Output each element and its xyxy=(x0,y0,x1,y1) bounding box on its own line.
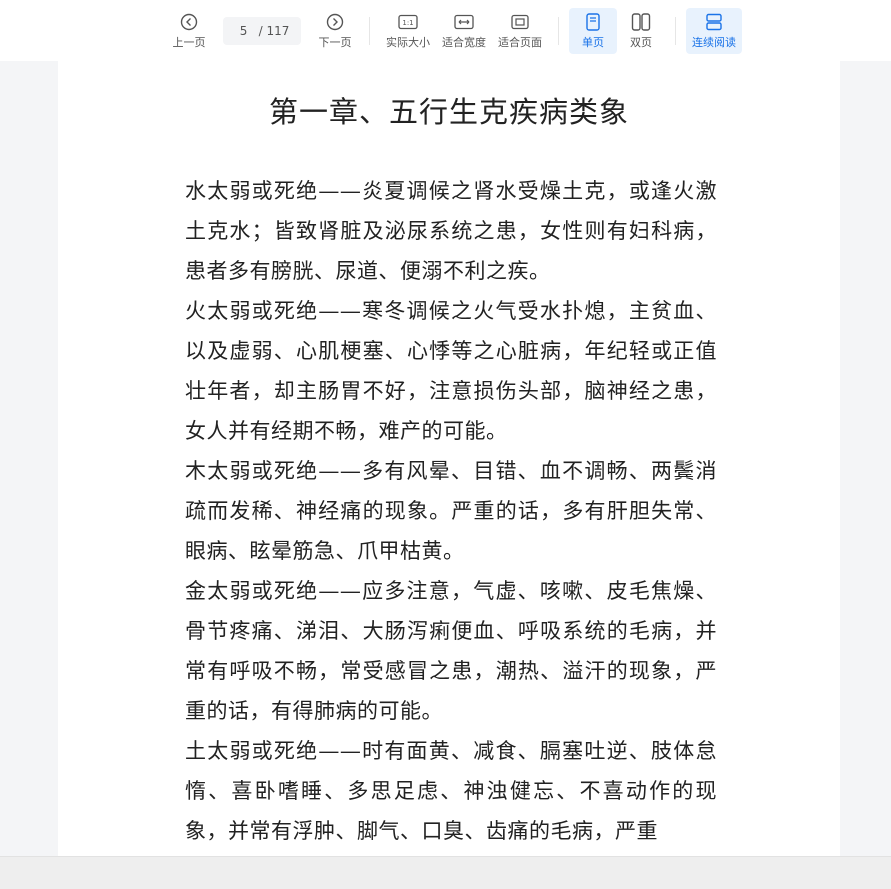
next-page-label: 下一页 xyxy=(318,35,352,49)
paragraph-metal: 金太弱或死绝——应多注意，气虚、咳嗽、皮毛焦燥、骨节疼痛、涕泪、大肠泻痢便血、呼… xyxy=(185,579,717,723)
single-page-icon xyxy=(582,12,604,32)
continuous-reading-button[interactable]: 连续阅读 xyxy=(686,7,742,54)
prev-page-label: 上一页 xyxy=(172,35,206,49)
page-indicator: 5 / 117 xyxy=(223,16,301,45)
fit-page-button[interactable]: 适合页面 xyxy=(492,8,548,54)
paragraph-water: 水太弱或死绝——炎夏调候之肾水受燥土克，或逢火激土克水；皆致肾脏及泌尿系统之患，… xyxy=(185,179,717,283)
toolbar-divider xyxy=(558,16,559,45)
double-page-button[interactable]: 双页 xyxy=(617,8,665,54)
fit-page-label: 适合页面 xyxy=(498,35,542,49)
page-body: 水太弱或死绝——炎夏调候之肾水受燥土克，或逢火激土克水；皆致肾脏及泌尿系统之患，… xyxy=(185,171,717,851)
fit-page-icon xyxy=(509,12,531,32)
double-page-icon xyxy=(630,12,652,32)
toolbar-divider xyxy=(369,16,370,45)
single-page-button[interactable]: 单页 xyxy=(569,7,617,54)
fit-width-button[interactable]: 适合宽度 xyxy=(436,8,492,54)
toolbar-controls: 上一页 5 / 117 下一页 1:1 实际大小 适合宽度 适合页面 单页 双页… xyxy=(165,0,742,61)
chapter-title: 第一章、五行生克疾病类象 xyxy=(268,95,629,129)
paragraph-fire: 火太弱或死绝——寒冬调候之火气受水扑熄，主贫血、以及虚弱、心肌梗塞、心悸等之心脏… xyxy=(185,299,717,443)
chevron-left-circle-icon xyxy=(178,12,200,32)
paragraph-wood: 木太弱或死绝——多有风晕、目错、血不调畅、两鬓消疏而发稀、神经痛的现象。严重的话… xyxy=(185,459,717,563)
double-page-label: 双页 xyxy=(630,35,652,49)
prev-page-button[interactable]: 上一页 xyxy=(165,8,213,54)
viewer-toolbar: 上一页 5 / 117 下一页 1:1 实际大小 适合宽度 适合页面 单页 双页… xyxy=(0,0,891,61)
bottom-scroll-area xyxy=(0,856,891,889)
toolbar-divider xyxy=(675,16,676,45)
actual-size-button[interactable]: 1:1 实际大小 xyxy=(380,8,436,54)
document-page: 第一章、五行生克疾病类象 水太弱或死绝——炎夏调候之肾水受燥土克，或逢火激土克水… xyxy=(58,61,840,856)
paragraph-earth: 土太弱或死绝——时有面黄、减食、膈塞吐逆、肢体怠惰、喜卧嗜睡、多思足虑、神浊健忘… xyxy=(185,739,717,843)
document-viewport[interactable]: 第一章、五行生克疾病类象 水太弱或死绝——炎夏调候之肾水受燥土克，或逢火激土克水… xyxy=(0,61,891,856)
single-page-label: 单页 xyxy=(582,35,604,49)
continuous-scroll-icon xyxy=(703,12,725,32)
actual-size-label: 实际大小 xyxy=(386,35,430,49)
total-pages: / 117 xyxy=(258,23,290,38)
fit-width-icon xyxy=(453,12,475,32)
svg-text:1:1: 1:1 xyxy=(402,19,413,27)
next-page-button[interactable]: 下一页 xyxy=(311,8,359,54)
current-page-input[interactable]: 5 xyxy=(235,24,253,38)
fit-width-label: 适合宽度 xyxy=(442,35,486,49)
continuous-reading-label: 连续阅读 xyxy=(692,35,736,49)
actual-size-icon: 1:1 xyxy=(397,12,419,32)
chevron-right-circle-icon xyxy=(324,12,346,32)
